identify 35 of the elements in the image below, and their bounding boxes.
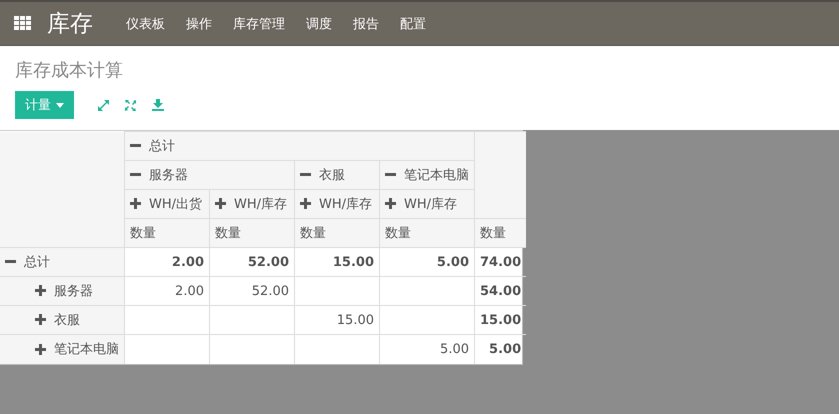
- total-cell: 74.00: [480, 254, 522, 270]
- total-cell: 54.00: [480, 284, 522, 298]
- measure-header: 数量: [300, 226, 326, 241]
- expand-icon[interactable]: [35, 285, 46, 296]
- value-cell: 2.00: [175, 284, 204, 298]
- value-cell: 52.00: [252, 284, 289, 298]
- total-cell: 15.00: [480, 312, 522, 328]
- value-cell: 15.00: [332, 254, 374, 270]
- menu-item[interactable]: 库存管理: [233, 14, 285, 32]
- measure-header: 数量: [130, 226, 156, 241]
- caret-icon: [56, 102, 64, 108]
- menu-item[interactable]: 调度: [306, 14, 332, 32]
- expand-icon[interactable]: [35, 344, 46, 354]
- column-header[interactable]: 总计: [130, 136, 175, 155]
- menu-item[interactable]: 配置: [400, 14, 426, 32]
- measure-header: 数量: [480, 226, 506, 241]
- value-cell: 5.00: [440, 342, 469, 357]
- value-cell: 5.00: [436, 254, 469, 270]
- apps-menu-icon[interactable]: [14, 16, 31, 31]
- expand-icon[interactable]: [300, 198, 311, 210]
- expand-icon[interactable]: [35, 314, 46, 326]
- page-title: 库存成本计算: [15, 59, 123, 82]
- measure-header: 数量: [215, 226, 241, 241]
- value-cell: 2.00: [172, 254, 204, 270]
- value-cell: 52.00: [248, 254, 289, 270]
- value-cell: 15.00: [336, 312, 374, 328]
- total-cell: 5.00: [489, 342, 522, 357]
- expand-icon[interactable]: [130, 198, 141, 210]
- menu-item[interactable]: 报告: [353, 14, 379, 32]
- app-title: 库存: [47, 10, 93, 39]
- menu-item[interactable]: 仪表板: [126, 14, 165, 32]
- expand-icon[interactable]: [215, 198, 226, 210]
- expand-icon[interactable]: [385, 198, 396, 210]
- measure-header: 数量: [385, 226, 411, 241]
- menu-item[interactable]: 操作: [186, 14, 212, 32]
